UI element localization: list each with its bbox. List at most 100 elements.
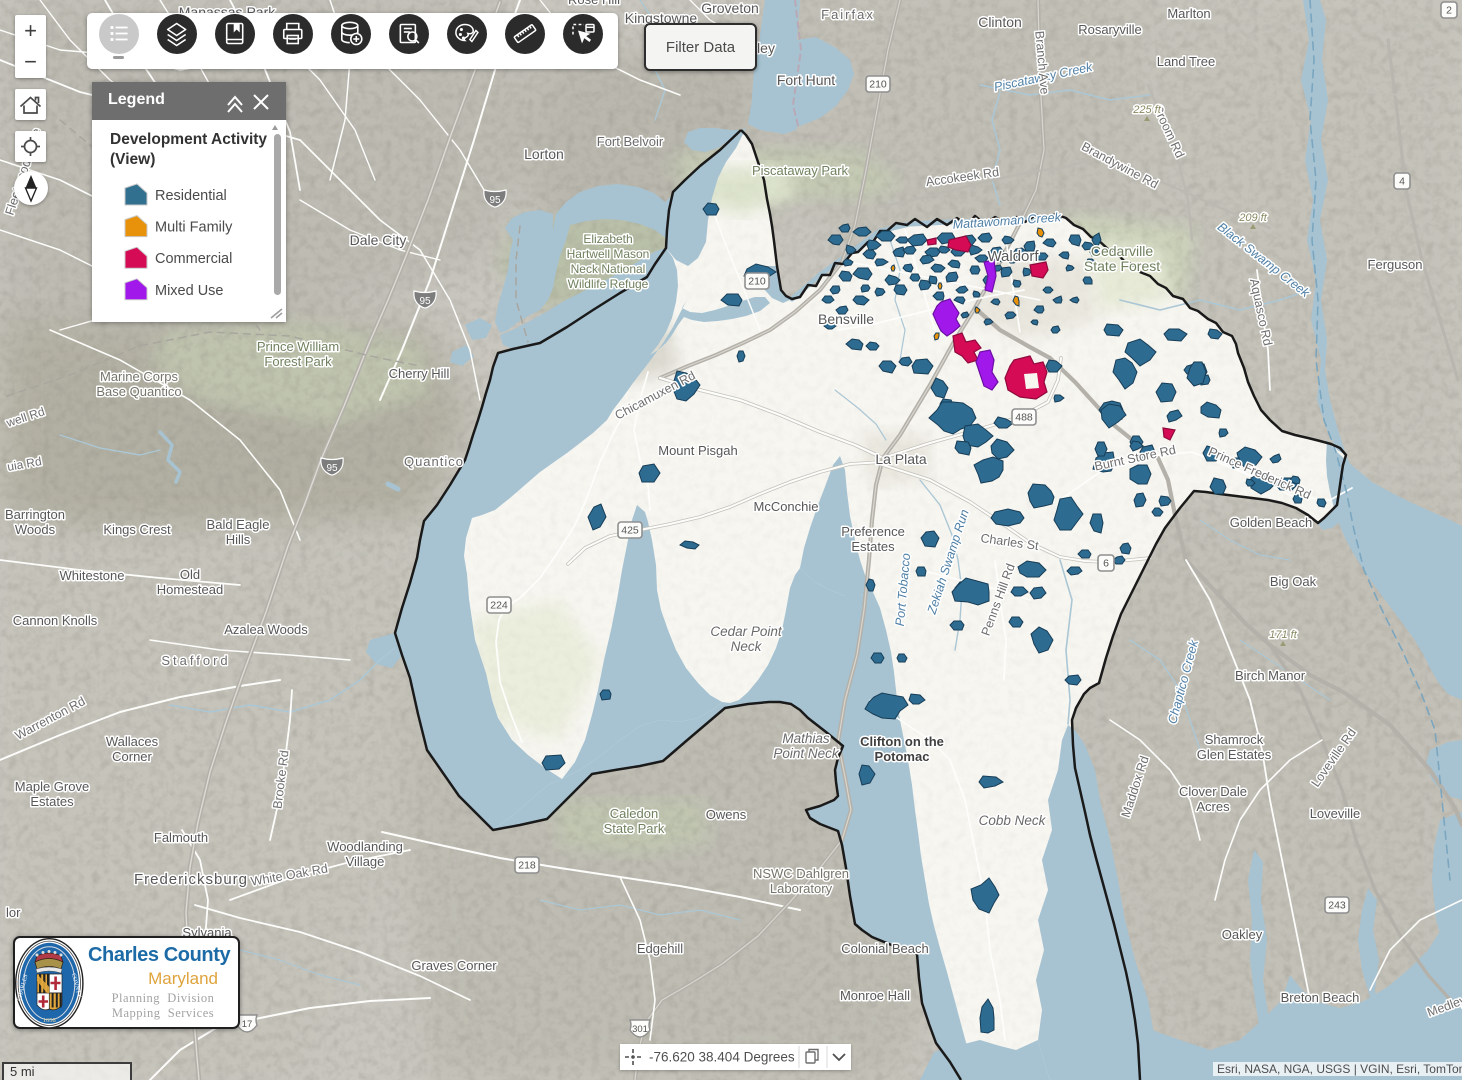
svg-text:Shamrock: Shamrock: [1205, 732, 1264, 747]
svg-text:Stafford: Stafford: [161, 653, 230, 668]
svg-text:243: 243: [1328, 900, 1346, 912]
svg-text:Mount Pisgah: Mount Pisgah: [658, 443, 738, 458]
svg-text:Lorton: Lorton: [524, 146, 564, 162]
svg-text:Neck National: Neck National: [571, 262, 646, 276]
svg-text:Rose Hill: Rose Hill: [568, 0, 620, 7]
svg-text:Loveville: Loveville: [1310, 806, 1361, 821]
svg-text:225 ft: 225 ft: [1132, 104, 1161, 116]
svg-text:210: 210: [869, 79, 887, 91]
svg-text:Owens: Owens: [706, 807, 747, 822]
svg-text:Hills: Hills: [226, 532, 251, 547]
svg-text:Fort Belvoir: Fort Belvoir: [597, 134, 664, 149]
svg-text:Base Quantico: Base Quantico: [96, 384, 181, 399]
svg-text:Falmouth: Falmouth: [154, 830, 208, 845]
svg-text:171 ft: 171 ft: [1269, 629, 1297, 641]
svg-text:Maple Grove: Maple Grove: [15, 779, 89, 794]
svg-text:Caledon: Caledon: [610, 806, 658, 821]
svg-text:Dale City: Dale City: [350, 232, 407, 248]
svg-text:Glen Estates: Glen Estates: [1197, 747, 1272, 762]
svg-text:Groveton: Groveton: [701, 0, 759, 16]
svg-text:2: 2: [1446, 5, 1452, 17]
svg-text:Potomac: Potomac: [875, 749, 930, 764]
svg-text:Cannon Knolls: Cannon Knolls: [13, 613, 98, 628]
svg-text:Wildlife Refuge: Wildlife Refuge: [568, 277, 649, 291]
svg-text:Oakley: Oakley: [1222, 927, 1263, 942]
svg-text:488: 488: [1015, 412, 1033, 424]
svg-text:Fort Hunt: Fort Hunt: [777, 72, 835, 88]
svg-text:425: 425: [621, 525, 639, 537]
svg-text:Corner: Corner: [112, 749, 152, 764]
svg-text:218: 218: [518, 860, 536, 872]
svg-text:Point Neck: Point Neck: [773, 746, 840, 761]
svg-text:Whitestone: Whitestone: [59, 568, 124, 583]
svg-text:Bensville: Bensville: [818, 311, 874, 327]
svg-text:Graves Corner: Graves Corner: [411, 958, 497, 973]
svg-text:Hartwell Mason: Hartwell Mason: [567, 247, 650, 261]
svg-text:Clover Dale: Clover Dale: [1179, 784, 1247, 799]
svg-text:Waldorf: Waldorf: [987, 248, 1039, 265]
svg-text:-76.620 38.404 Degrees: -76.620 38.404 Degrees: [649, 1050, 795, 1065]
svg-text:Woods: Woods: [15, 522, 56, 537]
svg-text:Wallaces: Wallaces: [106, 734, 159, 749]
svg-text:Neck: Neck: [731, 639, 763, 654]
svg-text:Multi Family: Multi Family: [155, 220, 233, 236]
svg-text:Cedar Point: Cedar Point: [710, 624, 783, 639]
svg-text:6: 6: [1103, 558, 1109, 570]
svg-text:Acres: Acres: [1196, 799, 1230, 814]
svg-text:Mixed Use: Mixed Use: [155, 283, 224, 299]
svg-text:Rosaryville: Rosaryville: [1078, 22, 1142, 37]
svg-text:Village: Village: [346, 854, 385, 869]
svg-text:95: 95: [326, 463, 338, 474]
svg-text:Breton Beach: Breton Beach: [1281, 990, 1360, 1005]
svg-text:Preference: Preference: [841, 524, 905, 539]
svg-text:4: 4: [1399, 176, 1405, 188]
svg-text:Azalea Woods: Azalea Woods: [224, 622, 308, 637]
svg-text:95: 95: [489, 195, 501, 206]
svg-text:Big Oak: Big Oak: [1270, 574, 1317, 589]
svg-text:Estates: Estates: [30, 794, 74, 809]
svg-text:Cedarville: Cedarville: [1091, 243, 1153, 259]
svg-text:Edgehill: Edgehill: [637, 941, 683, 956]
svg-text:State Forest: State Forest: [1084, 258, 1160, 274]
svg-text:lor: lor: [6, 905, 21, 920]
svg-text:Prince William: Prince William: [257, 339, 339, 354]
svg-text:Colonial Beach: Colonial Beach: [841, 941, 928, 956]
svg-text:McConchie: McConchie: [753, 499, 818, 514]
svg-text:Cobb Neck: Cobb Neck: [979, 813, 1047, 828]
svg-text:Residential: Residential: [155, 188, 227, 204]
svg-text:Kings Crest: Kings Crest: [103, 522, 171, 537]
svg-text:Barrington: Barrington: [5, 507, 65, 522]
svg-text:Mathias: Mathias: [782, 731, 830, 746]
svg-text:210: 210: [748, 276, 766, 288]
svg-text:ley: ley: [757, 40, 775, 56]
svg-text:Woodlanding: Woodlanding: [327, 839, 403, 854]
svg-text:La Plata: La Plata: [875, 451, 927, 467]
svg-text:Estates: Estates: [851, 539, 895, 554]
svg-text:Laboratory: Laboratory: [770, 881, 833, 896]
svg-text:NSWC Dahlgren: NSWC Dahlgren: [753, 866, 849, 881]
svg-text:Fredericksburg: Fredericksburg: [134, 871, 248, 888]
svg-text:Commercial: Commercial: [155, 251, 232, 267]
svg-text:Quantico: Quantico: [404, 454, 464, 469]
svg-text:301: 301: [632, 1024, 648, 1035]
svg-text:Ferguson: Ferguson: [1368, 257, 1423, 272]
svg-text:Golden Beach: Golden Beach: [1230, 515, 1312, 530]
svg-text:Forest Park: Forest Park: [264, 354, 332, 369]
svg-text:95: 95: [419, 296, 431, 307]
svg-text:Marlton: Marlton: [1167, 6, 1210, 21]
svg-text:Land Tree: Land Tree: [1157, 54, 1216, 69]
svg-text:Birch Manor: Birch Manor: [1235, 668, 1306, 683]
svg-text:Cherry Hill: Cherry Hill: [389, 366, 450, 381]
svg-text:209 ft: 209 ft: [1238, 212, 1267, 224]
svg-text:224: 224: [490, 600, 508, 612]
svg-text:State Park: State Park: [604, 821, 665, 836]
svg-text:Marine Corps: Marine Corps: [100, 369, 179, 384]
svg-text:Fairfax: Fairfax: [821, 7, 875, 22]
svg-text:Clifton on the: Clifton on the: [860, 734, 944, 749]
svg-text:Piscataway Park: Piscataway Park: [752, 163, 849, 178]
svg-text:Old: Old: [180, 567, 200, 582]
svg-text:Monroe Hall: Monroe Hall: [840, 988, 910, 1003]
svg-text:Elizabeth: Elizabeth: [583, 232, 632, 246]
svg-text:Homestead: Homestead: [157, 582, 223, 597]
svg-text:1658: 1658: [43, 1017, 56, 1024]
